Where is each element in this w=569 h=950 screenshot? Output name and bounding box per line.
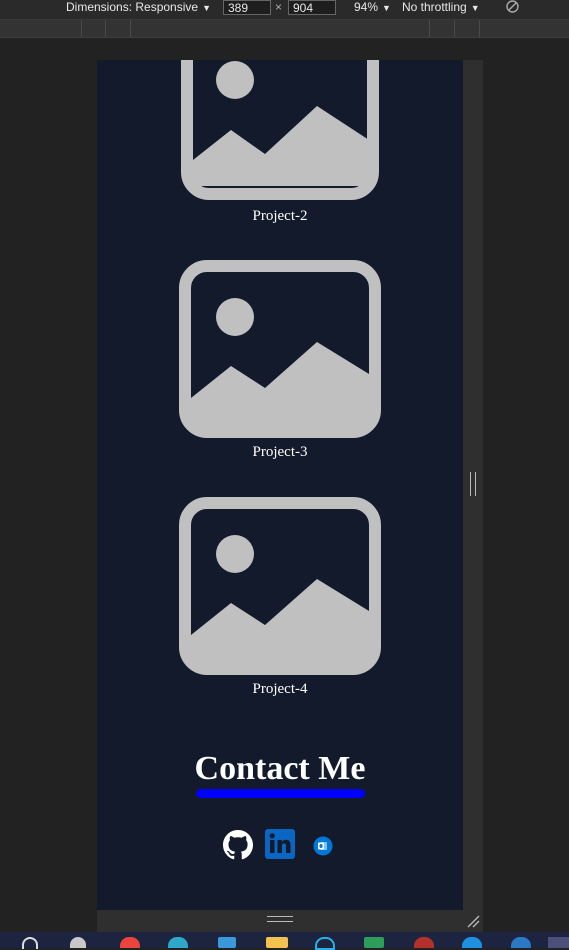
chrome-icon[interactable] bbox=[120, 937, 140, 948]
project-card[interactable]: Project-2 bbox=[97, 60, 463, 225]
times-sign: × bbox=[275, 0, 283, 14]
search-icon[interactable] bbox=[22, 937, 38, 949]
dimensions-label: Dimensions: Responsive bbox=[66, 0, 199, 14]
github-icon[interactable] bbox=[223, 830, 253, 864]
store-icon[interactable] bbox=[218, 937, 236, 948]
caret-down-icon: ▼ bbox=[382, 3, 391, 13]
media-query-bar bbox=[0, 20, 569, 38]
dimensions-dropdown[interactable]: Dimensions: Responsive ▼ bbox=[66, 0, 211, 19]
social-links bbox=[97, 829, 463, 864]
project-card[interactable]: Project-3 bbox=[97, 260, 463, 461]
project-title: Project-2 bbox=[252, 208, 308, 224]
width-input[interactable]: 389 bbox=[223, 0, 271, 15]
os-taskbar bbox=[0, 932, 569, 950]
resize-handle-right[interactable] bbox=[463, 60, 483, 910]
project-title: Project-4 bbox=[252, 681, 308, 697]
task-view-icon[interactable] bbox=[70, 937, 86, 948]
zoom-label: 94% bbox=[354, 0, 379, 14]
outlook-icon[interactable] bbox=[313, 836, 333, 860]
edge-icon[interactable] bbox=[168, 937, 188, 948]
zoom-dropdown[interactable]: 94% ▼ bbox=[354, 0, 391, 19]
app-icon[interactable] bbox=[414, 937, 434, 948]
vscode-icon[interactable] bbox=[462, 937, 482, 948]
height-input[interactable]: 904 bbox=[288, 0, 336, 15]
throttling-dropdown[interactable]: No throttling ▼ bbox=[402, 0, 480, 19]
app-icon[interactable] bbox=[511, 937, 531, 948]
resize-handle-bottom[interactable] bbox=[97, 910, 483, 932]
project-card[interactable]: Project-4 bbox=[97, 497, 463, 698]
app-icon[interactable] bbox=[548, 937, 569, 948]
emulated-viewport: Project-2 Project-3 Project-4 Contact Me bbox=[97, 60, 463, 910]
linkedin-icon[interactable] bbox=[265, 829, 295, 863]
caret-down-icon: ▼ bbox=[470, 3, 480, 13]
devtools-toolbar: Dimensions: Responsive ▼ 389 × 904 94% ▼ N… bbox=[0, 0, 569, 20]
throttling-label: No throttling bbox=[402, 0, 467, 14]
folder-icon[interactable] bbox=[266, 937, 288, 948]
image-placeholder-icon bbox=[179, 497, 381, 675]
caret-down-icon: ▼ bbox=[202, 3, 211, 13]
image-placeholder-icon bbox=[179, 260, 381, 438]
contact-heading: Contact Me bbox=[194, 750, 366, 787]
rotate-icon[interactable] bbox=[505, 0, 520, 18]
app-icon[interactable] bbox=[315, 937, 335, 950]
excel-icon[interactable] bbox=[364, 937, 384, 948]
project-title: Project-3 bbox=[252, 444, 308, 460]
resize-corner-icon[interactable] bbox=[466, 914, 480, 928]
contact-underline bbox=[196, 789, 365, 798]
image-placeholder-icon bbox=[181, 60, 379, 200]
